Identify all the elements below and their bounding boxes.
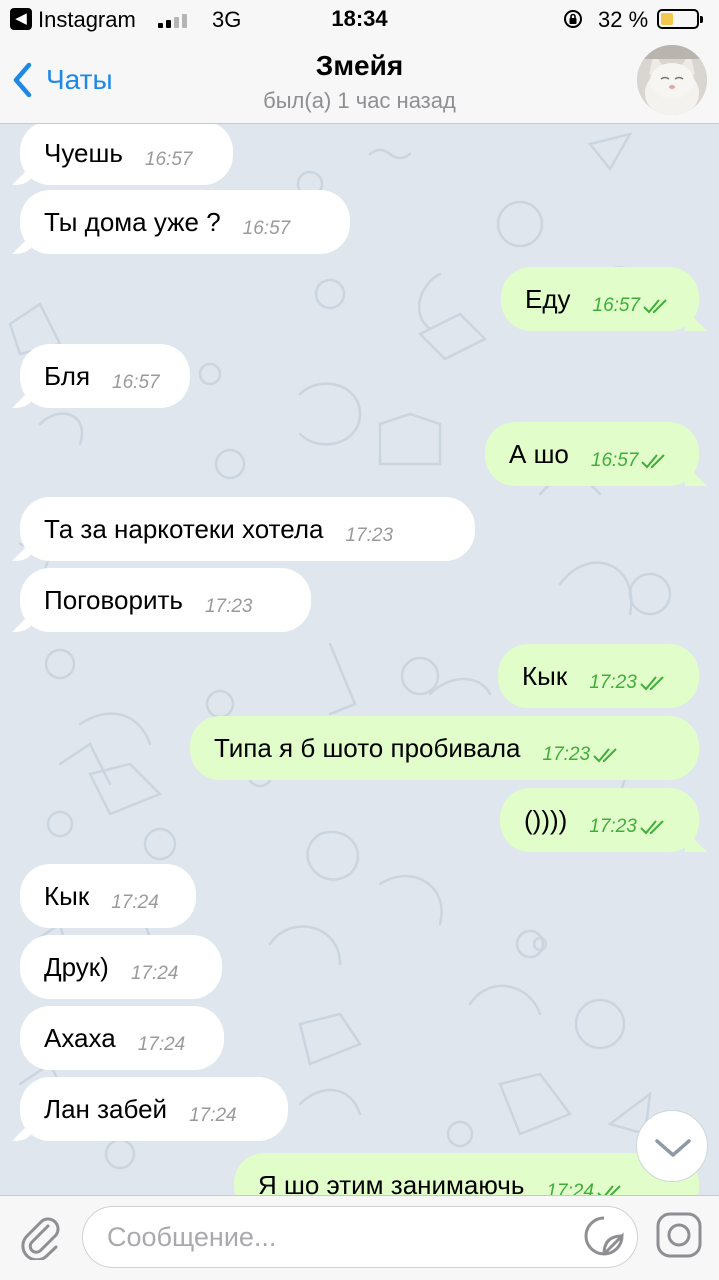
message-outgoing[interactable]: ()))) 17:23 xyxy=(500,788,699,852)
message-incoming[interactable]: Чуешь 16:57 xyxy=(20,124,233,185)
chat-title[interactable]: Змейя xyxy=(0,50,719,82)
message-outgoing[interactable]: А шо 16:57 xyxy=(485,422,699,486)
message-incoming[interactable]: Та за наркотеки хотела 17:23 xyxy=(20,497,475,561)
composer-bar xyxy=(0,1195,719,1280)
message-text: Лан забей xyxy=(44,1093,168,1124)
message-text: Поговорить xyxy=(44,584,183,615)
battery-percent: 32 % xyxy=(598,7,649,32)
message-time: 17:24 xyxy=(111,892,159,913)
message-time: 17:23 xyxy=(345,525,394,546)
read-checkmarks-icon xyxy=(643,299,667,314)
camera-icon[interactable] xyxy=(654,1210,704,1260)
top-bar: ◀ Instagram 3G 18:34 32 % Чаты Змейя был… xyxy=(0,0,719,124)
message-text: Бля xyxy=(44,360,91,391)
message-time: 17:24 xyxy=(137,1034,186,1055)
message-incoming[interactable]: Ты дома уже ? 16:57 xyxy=(20,190,350,254)
read-checkmarks-icon xyxy=(641,454,666,469)
message-incoming[interactable]: Кык 17:24 xyxy=(20,864,196,928)
message-incoming[interactable]: Друк) 17:24 xyxy=(20,935,222,999)
message-outgoing[interactable]: Кык 17:23 xyxy=(498,644,699,708)
read-checkmarks-icon xyxy=(640,676,664,691)
message-text: Кык xyxy=(44,880,90,911)
message-text: Друк) xyxy=(44,951,109,982)
message-incoming[interactable]: Лан забей 17:24 xyxy=(20,1077,288,1141)
message-time: 16:57 xyxy=(593,295,672,317)
scroll-to-bottom-button[interactable] xyxy=(636,1110,708,1182)
message-text: Еду xyxy=(525,283,571,314)
message-time: 17:23 xyxy=(589,816,668,838)
read-checkmarks-icon xyxy=(640,820,664,835)
message-incoming[interactable]: Ахаха 17:24 xyxy=(20,1006,224,1070)
message-text: Ахаха xyxy=(44,1022,116,1053)
message-incoming[interactable]: Бля 16:57 xyxy=(20,344,190,408)
message-time: 17:23 xyxy=(543,744,622,766)
message-list[interactable]: Чуешь 16:57 Ты дома уже ? 16:57 Еду 16:5… xyxy=(0,124,719,1195)
message-outgoing[interactable]: Я шо этим занимаючь 17:24 xyxy=(234,1153,699,1195)
message-text: Кык xyxy=(522,660,568,691)
message-text: Типа я б шото пробивала xyxy=(214,732,521,763)
message-time: 16:57 xyxy=(112,372,160,393)
rotation-lock-icon xyxy=(564,10,582,28)
message-text: Я шо этим занимаючь xyxy=(258,1169,525,1196)
message-input[interactable] xyxy=(82,1206,638,1268)
read-checkmarks-icon xyxy=(597,1185,621,1195)
message-text: Та за наркотеки хотела xyxy=(44,513,324,544)
message-text: Чуешь xyxy=(44,137,123,168)
message-text: А шо xyxy=(509,438,569,469)
message-time: 17:24 xyxy=(130,963,179,984)
chevron-down-icon xyxy=(655,1139,691,1157)
message-time: 17:24 xyxy=(546,1181,625,1195)
message-time: 16:57 xyxy=(242,218,291,239)
message-time: 17:23 xyxy=(589,672,668,694)
message-time: 16:57 xyxy=(144,149,193,170)
message-outgoing[interactable]: Еду 16:57 xyxy=(501,267,699,331)
message-time: 17:24 xyxy=(189,1105,237,1126)
message-time: 16:57 xyxy=(591,450,670,472)
avatar[interactable] xyxy=(637,45,707,115)
message-incoming[interactable]: Поговорить 17:23 xyxy=(20,568,311,632)
sticker-icon[interactable] xyxy=(582,1214,626,1258)
battery-icon xyxy=(657,9,703,29)
message-outgoing[interactable]: Типа я б шото пробивала 17:23 xyxy=(190,716,699,780)
message-text: ()))) xyxy=(524,804,568,835)
status-bar: ◀ Instagram 3G 18:34 32 % xyxy=(0,0,719,40)
message-time: 17:23 xyxy=(204,596,253,617)
message-text: Ты дома уже ? xyxy=(44,206,221,237)
paperclip-icon[interactable] xyxy=(18,1214,64,1260)
last-seen-status: был(а) 1 час назад xyxy=(263,88,456,113)
read-checkmarks-icon xyxy=(593,748,617,763)
